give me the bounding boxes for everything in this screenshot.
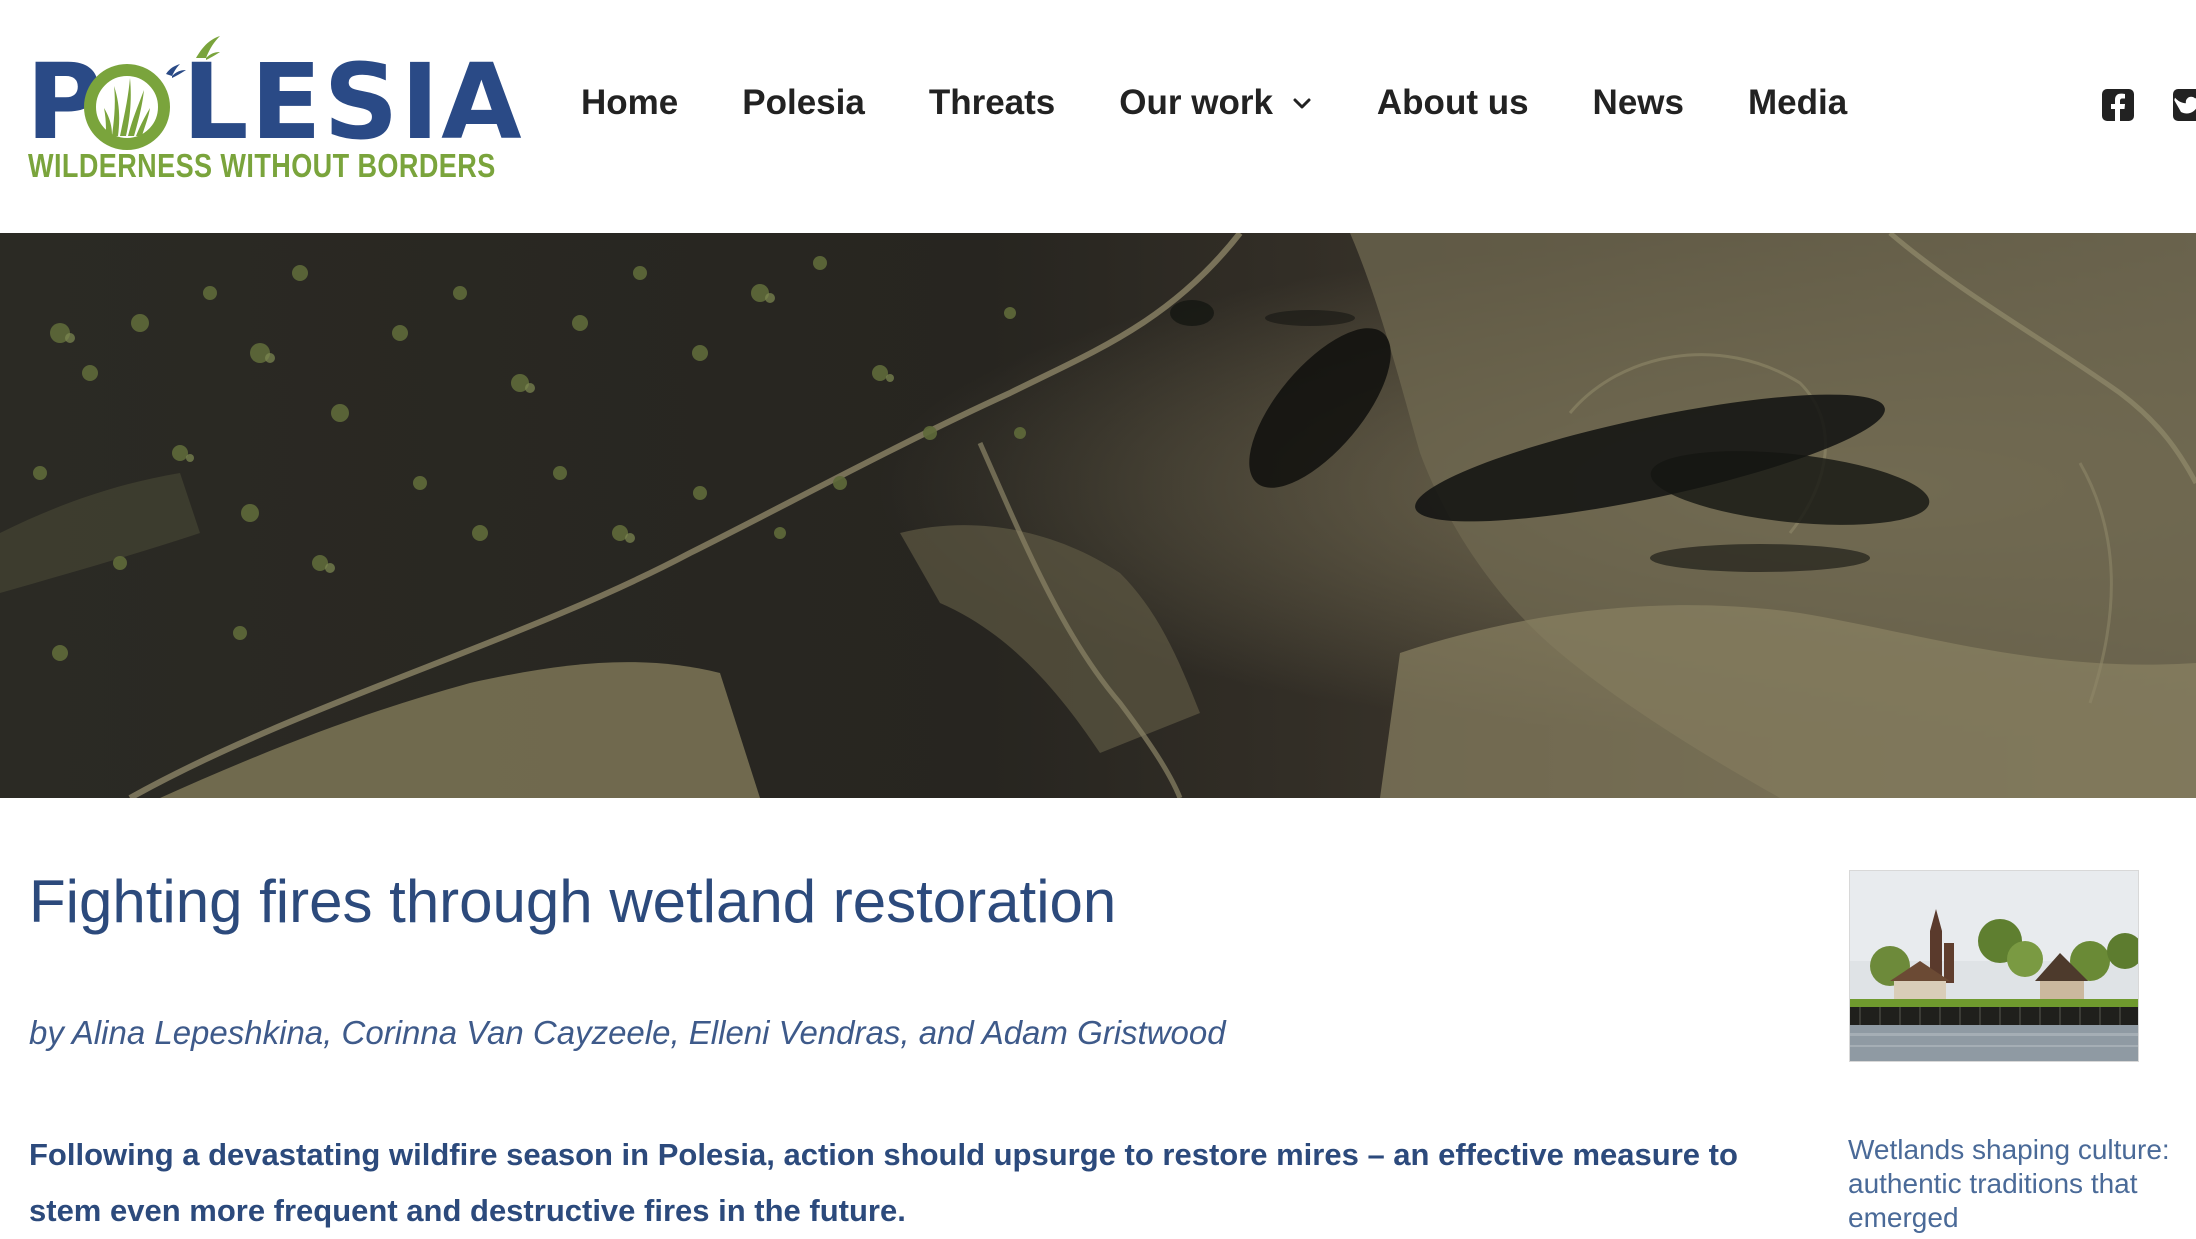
polesia-logo[interactable]: P LESIA WILDERNESS WITHOUT BORDERS <box>26 28 522 188</box>
nav-item-media[interactable]: Media <box>1748 83 1847 123</box>
facebook-icon[interactable] <box>2101 88 2135 122</box>
nav-label: Polesia <box>742 83 865 122</box>
article-byline: by Alina Lepeshkina, Corinna Van Cayzeel… <box>29 1014 1226 1051</box>
related-article-caption[interactable]: Wetlands shaping culture: authentic trad… <box>1848 1133 2178 1235</box>
related-article-thumbnail[interactable] <box>1849 870 2139 1062</box>
nav-item-threats[interactable]: Threats <box>929 83 1055 123</box>
chevron-down-icon <box>1293 98 1311 109</box>
nav-label: Threats <box>928 83 1056 122</box>
nav-label: About us <box>1376 83 1529 122</box>
grass-circle-icon <box>84 64 170 150</box>
nav-item-news[interactable]: News <box>1593 83 1684 123</box>
logo-letters-lesia: LESIA <box>182 41 524 163</box>
nav-item-our-work[interactable]: Our work <box>1119 83 1313 123</box>
nav-label: Media <box>1747 83 1848 122</box>
burned-wetland-aerial-photo <box>0 233 2196 798</box>
nav-item-about-us[interactable]: About us <box>1377 83 1529 123</box>
main-nav: Home Polesia Threats Our work About us N… <box>581 78 1911 128</box>
hero-aerial-image <box>0 233 2196 798</box>
site-header: P LESIA WILDERNESS WITHOUT BORDERS Home P… <box>0 0 2196 233</box>
nav-label: News <box>1592 83 1684 122</box>
twitter-icon[interactable] <box>2172 88 2196 122</box>
logo-tagline: WILDERNESS WITHOUT BORDERS <box>28 147 496 184</box>
article-lead: Following a devastating wildfire season … <box>29 1137 1738 1228</box>
nav-item-polesia[interactable]: Polesia <box>742 83 865 123</box>
article-title: Fighting fires through wetland restorati… <box>29 868 1117 935</box>
nav-label: Our work <box>1119 83 1273 122</box>
village-wetland-photo <box>1850 871 2138 1061</box>
nav-label: Home <box>581 83 679 122</box>
nav-item-home[interactable]: Home <box>581 83 678 123</box>
